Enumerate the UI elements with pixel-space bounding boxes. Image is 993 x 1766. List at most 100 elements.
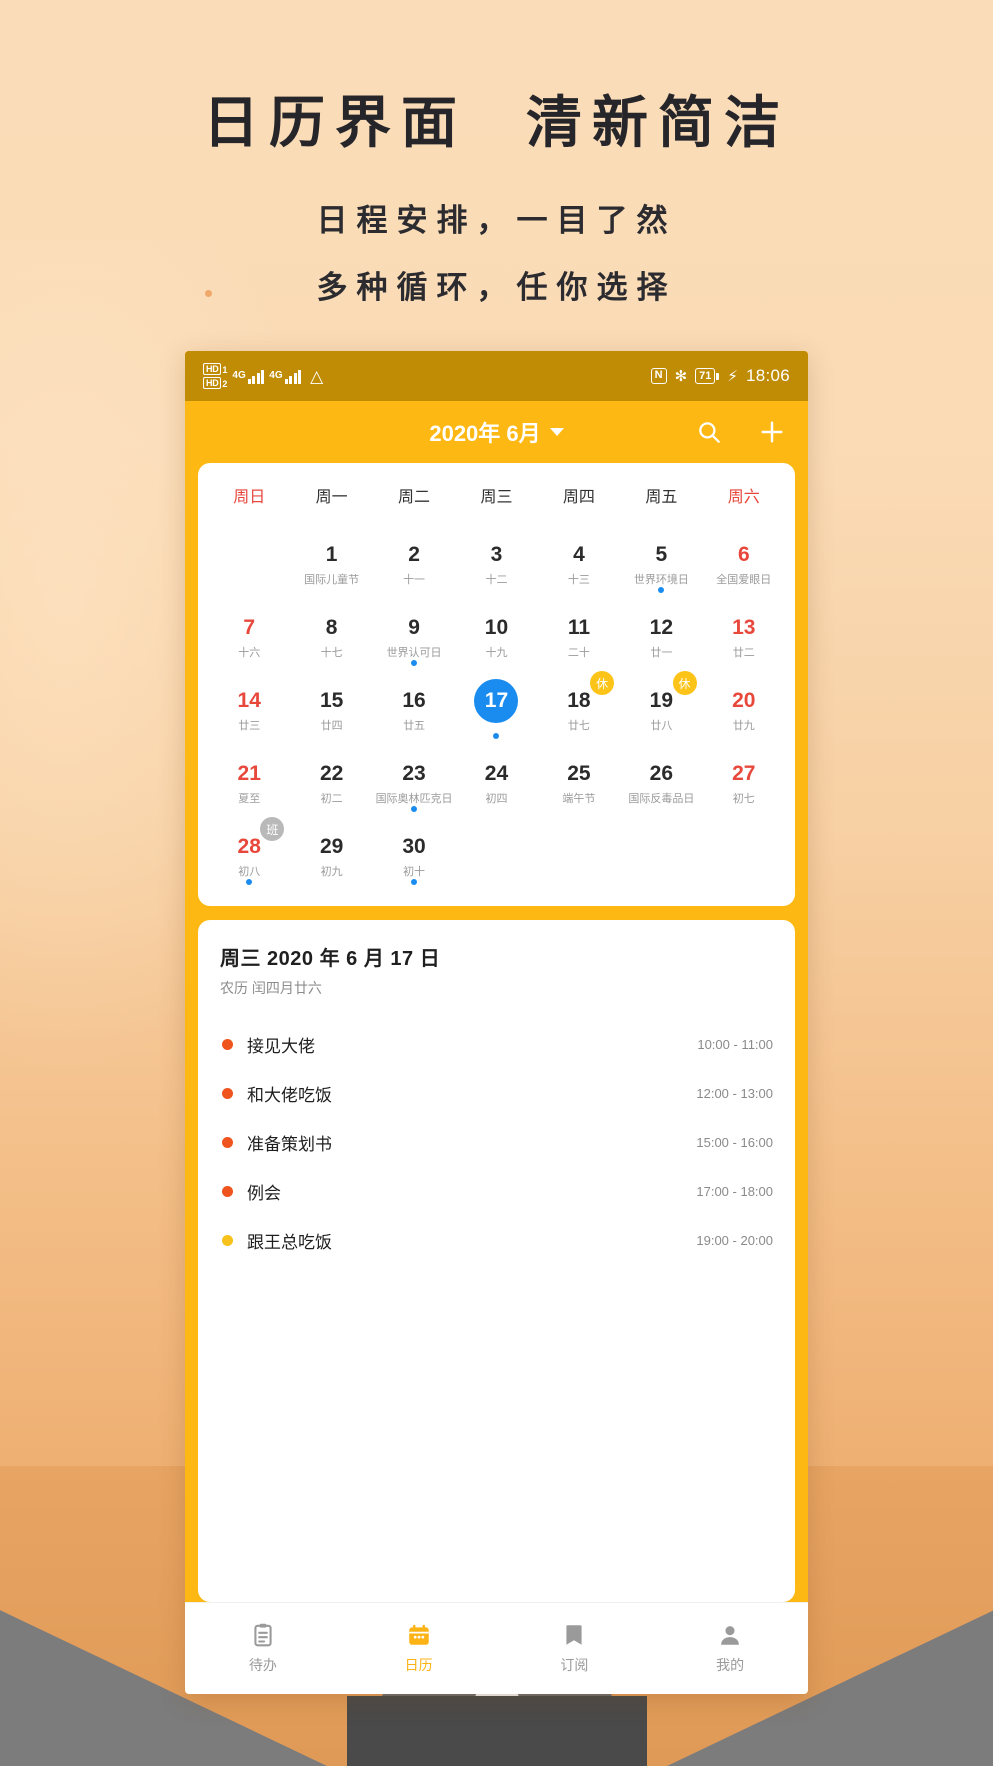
- calendar-day-cell[interactable]: 29 初九: [290, 819, 372, 892]
- tab-item-订阅[interactable]: 订阅: [497, 1622, 653, 1675]
- hd-icon-2: HD: [203, 377, 222, 389]
- event-color-dot: [222, 1235, 233, 1246]
- calendar-day-cell[interactable]: 30 初十: [373, 819, 455, 892]
- event-time-range: 17:00 - 18:00: [696, 1184, 773, 1199]
- tab-item-我的[interactable]: 我的: [652, 1622, 808, 1675]
- day-lunar-label: 廿二: [732, 647, 755, 659]
- calendar-grid[interactable]: 1 国际儿童节 2 十一 3 十二 4 十三 5 世界环境日 6 全国爱眼日 7 十六 8 十七 9 世界认可日 1…: [208, 527, 785, 892]
- tab-item-日历[interactable]: 日历: [341, 1622, 497, 1675]
- calendar-day-cell[interactable]: 18 廿七休: [538, 671, 620, 746]
- calendar-day-cell[interactable]: 10 十九: [455, 600, 537, 673]
- status-bar-clock: 18:06: [745, 366, 790, 385]
- weekday-label-0: 周日: [233, 489, 266, 506]
- charging-icon: ⚡: [727, 368, 738, 385]
- tab-label: 日历: [404, 1657, 433, 1673]
- day-lunar-label: 世界环境日: [633, 574, 689, 586]
- day-lunar-label: 廿八: [650, 720, 673, 732]
- calendar-day-cell[interactable]: 4 十三: [538, 527, 620, 600]
- event-title: 接见大佬: [247, 1037, 315, 1056]
- day-lunar-label: 全国爱眼日: [716, 574, 772, 586]
- plus-icon[interactable]: [758, 418, 786, 446]
- calendar-day-cell[interactable]: 13 廿二: [703, 600, 785, 673]
- calendar-day-cell[interactable]: 3 十二: [455, 527, 537, 600]
- calendar-day-cell[interactable]: 23 国际奥林匹克日: [373, 746, 455, 819]
- day-lunar-label: 初四: [485, 793, 508, 805]
- calendar-day-cell[interactable]: 1 国际儿童节: [290, 527, 372, 600]
- event-dot-indicator: [411, 879, 418, 885]
- day-detail-card: 周三 2020 年 6 月 17 日 农历 闰四月廿六 接见大佬 10:00 - …: [198, 920, 795, 1602]
- status-bar-right: N ✻ 71 ⚡ 18:06: [650, 366, 790, 386]
- weekday-label-5: 周五: [645, 489, 678, 506]
- day-lunar-label: 十一: [403, 574, 426, 586]
- day-lunar-label: 十三: [567, 574, 590, 586]
- calendar-day-cell[interactable]: 6 全国爱眼日: [703, 527, 785, 600]
- search-icon[interactable]: [696, 419, 722, 445]
- event-row[interactable]: 准备策划书 15:00 - 16:00: [220, 1118, 773, 1167]
- calendar-cell-empty: [455, 819, 537, 892]
- day-lunar-label: 初八: [238, 866, 261, 878]
- calendar-day-cell[interactable]: 5 世界环境日: [620, 527, 702, 600]
- event-row[interactable]: 跟王总吃饭 19:00 - 20:00: [220, 1216, 773, 1265]
- bottom-tab-bar[interactable]: 待办 日历 订阅 我的: [185, 1602, 808, 1694]
- calendar-day-cell[interactable]: 27 初七: [703, 746, 785, 819]
- status-bar-left: HD 1 HD 2 4G 4G △: [203, 363, 323, 389]
- calendar-day-cell[interactable]: 21 夏至: [208, 746, 290, 819]
- bookmark-icon: [561, 1622, 587, 1648]
- calendar-day-cell[interactable]: 15 廿四: [290, 673, 372, 746]
- event-row[interactable]: 接见大佬 10:00 - 11:00: [220, 1020, 773, 1069]
- tab-label: 待办: [248, 1657, 277, 1673]
- calendar-day-cell[interactable]: 14 廿三: [208, 673, 290, 746]
- event-time-range: 15:00 - 16:00: [696, 1135, 773, 1150]
- day-lunar-label: 初二: [320, 793, 343, 805]
- calendar-day-cell[interactable]: 2 十一: [373, 527, 455, 600]
- day-lunar-label: 廿三: [238, 720, 261, 732]
- event-dot-indicator: [493, 733, 500, 739]
- calendar-day-cell[interactable]: 24 初四: [455, 746, 537, 819]
- promo-subline-1: 日程安排，一目了然: [316, 203, 677, 238]
- rest-day-badge: 休: [590, 671, 615, 695]
- status-bar: HD 1 HD 2 4G 4G △ N ✻ 71 ⚡ 18:06: [185, 351, 808, 401]
- calendar-day-cell[interactable]: 17廿六: [455, 673, 537, 746]
- volte-hd-icons: HD 1 HD 2: [203, 363, 227, 389]
- event-row[interactable]: 和大佬吃饭 12:00 - 13:00: [220, 1069, 773, 1118]
- day-lunar-label: 廿四: [320, 720, 343, 732]
- day-lunar-label: 十九: [485, 647, 508, 659]
- weekday-label-3: 周三: [480, 489, 513, 506]
- event-dot-indicator: [658, 587, 665, 593]
- calendar-day-cell[interactable]: 11 二十: [538, 600, 620, 673]
- day-lunar-label: 十六: [238, 647, 261, 659]
- calendar-cell-empty: [703, 819, 785, 892]
- calendar-day-cell[interactable]: 28 初八班: [208, 817, 290, 892]
- calendar-day-cell[interactable]: 20 廿九: [703, 673, 785, 746]
- calendar-day-cell[interactable]: 16 廿五: [373, 673, 455, 746]
- calendar-day-cell[interactable]: 26 国际反毒品日: [620, 746, 702, 819]
- event-time-range: 12:00 - 13:00: [696, 1086, 773, 1101]
- signal-icon-1: 4G: [232, 368, 265, 384]
- event-time-range: 19:00 - 20:00: [696, 1233, 773, 1248]
- calendar-day-cell[interactable]: 19 廿八休: [620, 671, 702, 746]
- calendar-day-cell[interactable]: 9 世界认可日: [373, 600, 455, 673]
- calendar-day-cell[interactable]: 8 十七: [290, 600, 372, 673]
- promo-headline: 日历界面 清新简洁: [203, 91, 790, 156]
- event-dot-indicator: [411, 806, 418, 812]
- promo-text-block: 日历界面 清新简洁 日程安排，一目了然 多种循环，任你选择: [0, 0, 993, 307]
- workday-badge: 班: [260, 817, 285, 841]
- calendar-day-cell[interactable]: 7 十六: [208, 600, 290, 673]
- app-bar: 2020年 6月: [185, 401, 808, 463]
- network-type-1: 4G: [232, 370, 246, 381]
- detail-date-title: 周三 2020 年 6 月 17 日: [220, 948, 441, 970]
- bluetooth-icon: ✻: [674, 368, 688, 385]
- day-lunar-label: 初十: [403, 866, 426, 878]
- day-lunar-label: 世界认可日: [386, 647, 442, 659]
- battery-level: 71: [695, 368, 716, 384]
- calendar-day-cell[interactable]: 12 廿一: [620, 600, 702, 673]
- calendar-day-cell[interactable]: 22 初二: [290, 746, 372, 819]
- chevron-down-icon: [549, 428, 564, 436]
- calendar-day-cell[interactable]: 25 端午节: [538, 746, 620, 819]
- tab-item-待办[interactable]: 待办: [185, 1622, 341, 1675]
- event-dot-indicator: [246, 879, 253, 885]
- event-title: 准备策划书: [247, 1135, 332, 1154]
- event-row[interactable]: 例会 17:00 - 18:00: [220, 1167, 773, 1216]
- day-lunar-label: 初七: [732, 793, 755, 805]
- event-title: 例会: [247, 1184, 281, 1203]
